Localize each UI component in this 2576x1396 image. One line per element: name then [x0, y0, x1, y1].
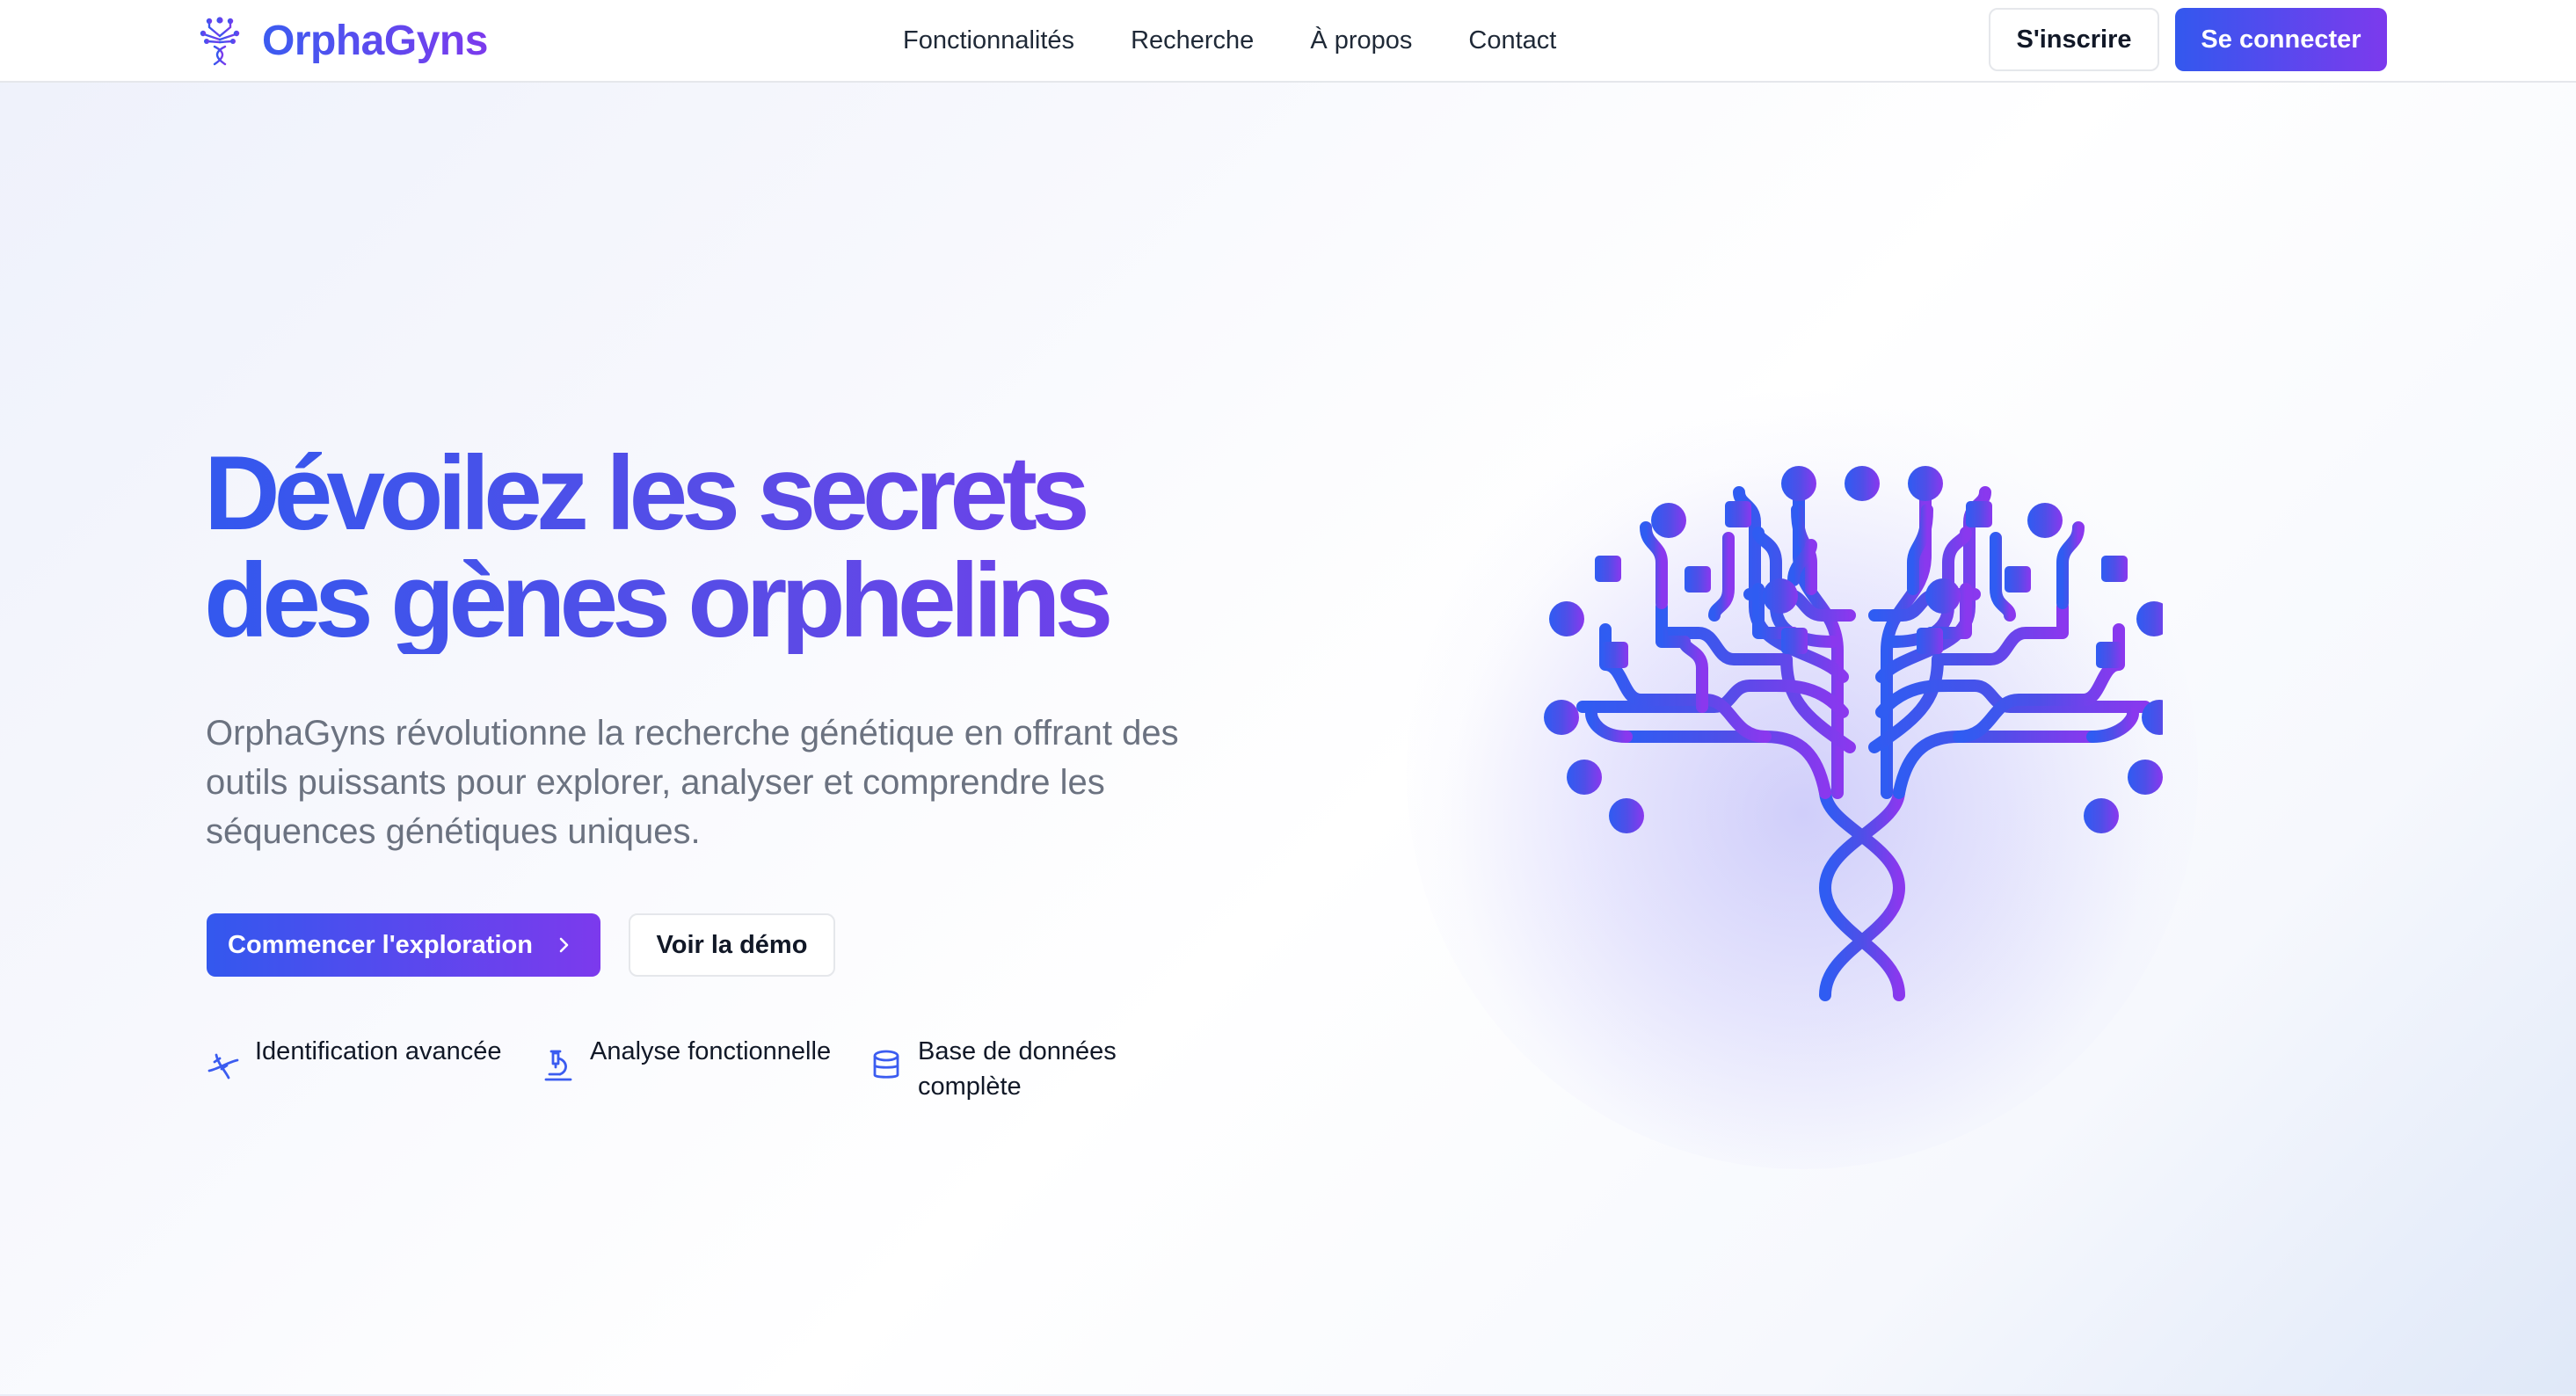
hero-title: Dévoilez les secrets des gènes orphelins: [204, 440, 1347, 654]
tree-dna-icon: [200, 17, 240, 66]
view-demo-button[interactable]: Voir la démo: [629, 913, 835, 977]
signup-button[interactable]: S'inscrire: [1989, 8, 2159, 71]
database-icon: [873, 1050, 899, 1079]
hero-title-line-1: Dévoilez les secrets: [204, 434, 1084, 552]
main-nav: Fonctionnalités Recherche À propos Conta…: [903, 21, 1556, 60]
start-exploration-label: Commencer l'exploration: [228, 930, 533, 959]
feature-database-label: Base de données complète: [918, 1037, 1117, 1101]
nav-link-a-propos[interactable]: À propos: [1310, 26, 1412, 55]
feature-identification: Identification avancée: [206, 1034, 519, 1083]
feature-database: Base de données complète: [869, 1034, 1182, 1104]
feature-identification-label: Identification avancée: [255, 1037, 502, 1065]
brand-name: OrphaGyns: [262, 17, 488, 64]
start-exploration-button[interactable]: Commencer l'exploration: [207, 913, 600, 977]
microscope-icon: [544, 1050, 572, 1081]
dna-tree-illustration: [1544, 466, 2163, 1001]
nav-link-recherche[interactable]: Recherche: [1131, 26, 1254, 55]
dna-icon: [207, 1053, 239, 1080]
nav-link-contact[interactable]: Contact: [1468, 26, 1556, 55]
login-button[interactable]: Se connecter: [2175, 8, 2387, 71]
hero-subtitle: OrphaGyns révolutionne la recherche géné…: [206, 714, 1179, 851]
hero-title-line-2: des gènes orphelins: [204, 542, 1108, 659]
chevron-right-icon: [559, 937, 569, 953]
brand-logo[interactable]: OrphaGyns: [197, 12, 488, 69]
top-navbar: OrphaGyns Fonctionnalités Recherche À pr…: [0, 0, 2576, 83]
feature-analyse-label: Analyse fonctionnelle: [590, 1037, 832, 1065]
nav-link-fonctionnalites[interactable]: Fonctionnalités: [903, 26, 1074, 55]
feature-analyse: Analyse fonctionnelle: [541, 1034, 854, 1083]
page: { "brand": { "name": "OrphaGyns", "logo_…: [0, 0, 2576, 1396]
